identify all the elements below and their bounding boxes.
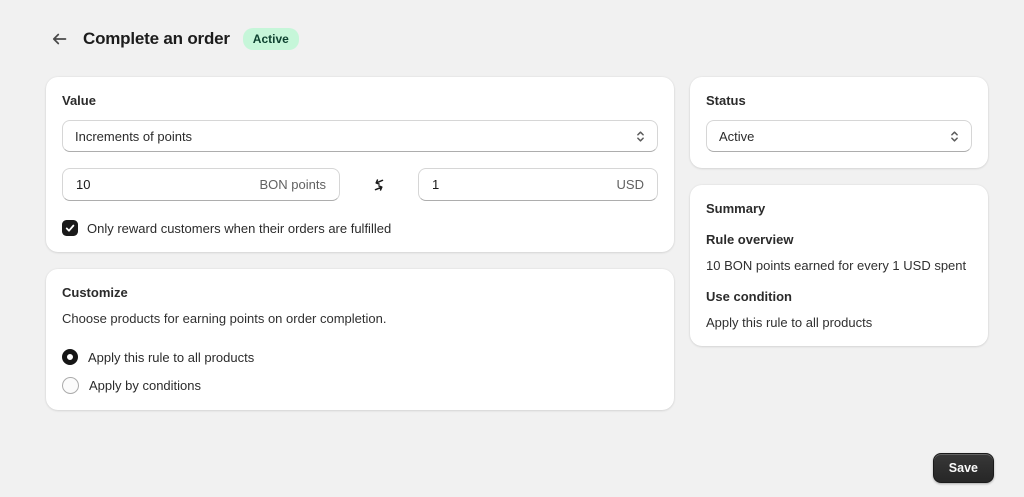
points-field: BON points [62,168,340,202]
radio-selected[interactable] [62,349,78,366]
radio-option-all-products[interactable]: Apply this rule to all products [62,349,658,366]
summary-use-condition-heading: Use condition [706,289,792,305]
status-card: Status Active [690,77,988,169]
customize-description: Choose products for earning points on or… [62,311,387,327]
value-type-select[interactable]: Increments of points [62,120,658,153]
radio-option-by-conditions[interactable]: Apply by conditions [62,377,658,395]
radio-unselected[interactable] [62,377,79,395]
left-column: Value Increments of points BON points [46,77,674,411]
caret-up-down-icon [634,130,647,143]
radio-option-all-products-label: Apply this rule to all products [88,349,255,365]
page-title: Complete an order [83,29,230,49]
arrow-left-icon [50,30,68,48]
usd-input[interactable] [432,177,617,193]
back-button[interactable] [48,28,70,50]
page-header: Complete an order Active [0,0,1024,51]
summary-section-rule-overview: Rule overview 10 BON points earned for e… [706,232,972,273]
usd-suffix: USD [616,177,644,193]
summary-use-condition-text: Apply this rule to all products [706,315,873,331]
summary-rule-overview-text: 10 BON points earned for every 1 USD spe… [706,258,967,274]
fulfilled-checkbox-row[interactable]: Only reward customers when their orders … [62,220,658,237]
status-select[interactable]: Active [706,120,972,153]
radio-option-by-conditions-label: Apply by conditions [89,378,202,394]
value-card: Value Increments of points BON points [46,77,674,253]
summary-card-title: Summary [706,201,766,217]
caret-up-down-icon [948,130,961,143]
checkmark-icon [65,223,75,233]
value-type-select-value: Increments of points [75,128,193,144]
save-button[interactable]: Save [932,453,994,483]
usd-field: USD [418,168,658,202]
right-column: Status Active Summary Rule overview 10 B… [690,77,988,347]
fulfilled-checkbox[interactable] [62,220,78,237]
value-card-title: Value [62,93,96,109]
swap-arrows-icon [340,177,418,193]
conversion-row: BON points USD [62,168,658,202]
points-suffix: BON points [259,177,326,193]
summary-section-use-condition: Use condition Apply this rule to all pro… [706,289,972,330]
summary-rule-overview-heading: Rule overview [706,232,794,248]
fulfilled-checkbox-label: Only reward customers when their orders … [87,220,392,236]
customize-card: Customize Choose products for earning po… [46,269,674,411]
customize-card-title: Customize [62,285,128,301]
main-content: Value Increments of points BON points [0,50,1024,411]
summary-card: Summary Rule overview 10 BON points earn… [690,185,988,347]
status-badge: Active [242,28,299,51]
status-card-title: Status [706,93,746,109]
status-select-value: Active [719,128,755,144]
apply-options-group: Apply this rule to all products Apply by… [62,349,658,395]
points-input[interactable] [76,177,260,193]
